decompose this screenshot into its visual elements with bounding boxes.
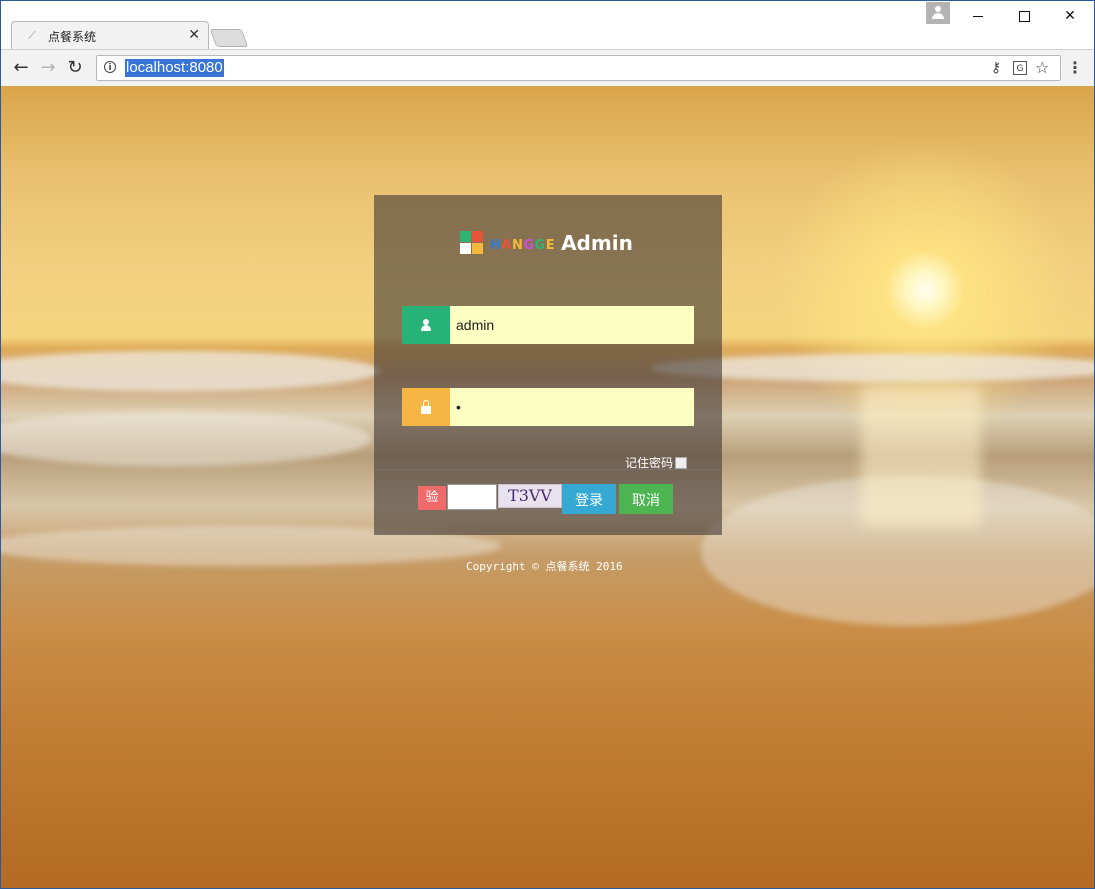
- tab-favicon: ⟋: [28, 29, 36, 42]
- captcha-image[interactable]: T3VV: [498, 484, 562, 508]
- logo-admin-text: Admin: [561, 231, 633, 255]
- logo-letter: A: [501, 238, 512, 253]
- browser-window: ⟋ 点餐系统 ✕ ✕ ← → ↻ i localhost:8080 ⚷ G ☆ …: [1, 1, 1094, 888]
- browser-toolbar: ← → ↻ i localhost:8080 ⚷ G ☆ ⋮: [1, 49, 1094, 87]
- user-icon-box: [402, 306, 450, 344]
- password-input[interactable]: [450, 388, 694, 426]
- sun-reflection: [861, 386, 981, 526]
- maximize-button[interactable]: [1001, 1, 1047, 31]
- wave-foam: [1, 351, 381, 391]
- username-input[interactable]: [450, 306, 694, 344]
- back-arrow-icon[interactable]: ←: [11, 58, 31, 78]
- captcha-input[interactable]: [447, 484, 497, 510]
- cancel-button[interactable]: 取消: [619, 484, 673, 514]
- wave-foam: [1, 411, 371, 466]
- captcha-badge: 验: [418, 486, 446, 510]
- translate-icon[interactable]: G: [1013, 61, 1027, 75]
- logo-letters: HANGGE: [490, 238, 555, 253]
- tab-close-icon[interactable]: ✕: [188, 27, 200, 43]
- logo-letter: E: [545, 238, 556, 253]
- info-icon[interactable]: i: [104, 61, 116, 73]
- close-icon: ✕: [1064, 8, 1076, 24]
- logo-letter: H: [490, 238, 502, 253]
- logo-grid-icon: [460, 231, 484, 255]
- page-background: HANGGE Admin 记住密码 验 T3VV 登录 取消: [1, 86, 1094, 888]
- browser-tab[interactable]: ⟋ 点餐系统 ✕: [11, 21, 209, 50]
- minimize-button[interactable]: [955, 1, 1001, 31]
- login-button[interactable]: 登录: [562, 484, 616, 514]
- address-bar[interactable]: i localhost:8080 ⚷ G ☆: [96, 55, 1061, 81]
- new-tab-button[interactable]: [209, 29, 249, 47]
- reload-icon[interactable]: ↻: [65, 58, 85, 78]
- forward-arrow-icon[interactable]: →: [38, 58, 58, 78]
- star-icon[interactable]: ☆: [1035, 59, 1049, 77]
- maximize-icon: [1018, 10, 1030, 22]
- close-button[interactable]: ✕: [1047, 1, 1093, 31]
- title-bar: ⟋ 点餐系统 ✕ ✕: [1, 1, 1094, 50]
- logo-letter: G: [534, 238, 546, 253]
- remember-checkbox[interactable]: [675, 456, 688, 469]
- url-text[interactable]: localhost:8080: [125, 59, 224, 77]
- divider: [374, 469, 722, 470]
- user-icon: [421, 319, 431, 331]
- tab-title: 点餐系统: [48, 30, 97, 44]
- menu-dots-icon[interactable]: ⋮: [1067, 58, 1083, 78]
- password-field-group: [402, 388, 694, 426]
- username-field-group: [402, 306, 694, 344]
- copyright-text: Copyright © 点餐系统 2016: [466, 560, 623, 573]
- logo-letter: G: [523, 238, 535, 253]
- key-icon[interactable]: ⚷: [991, 59, 1001, 77]
- login-panel: HANGGE Admin 记住密码 验 T3VV 登录 取消: [374, 195, 722, 535]
- lock-icon-box: [402, 388, 450, 426]
- logo: HANGGE Admin: [460, 231, 633, 255]
- user-icon[interactable]: [926, 2, 950, 24]
- logo-letter: N: [511, 238, 524, 253]
- minimize-icon: [973, 15, 983, 17]
- lock-icon: [421, 400, 431, 414]
